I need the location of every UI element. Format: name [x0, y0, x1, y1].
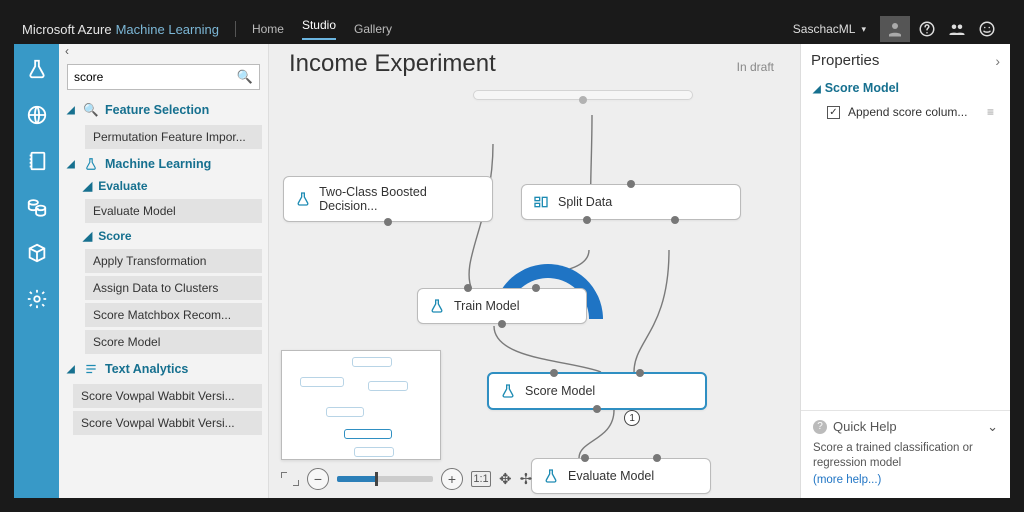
flask-icon — [428, 297, 446, 315]
rail-web-icon[interactable] — [24, 102, 50, 128]
node-score[interactable]: Score Model 1 — [487, 372, 707, 410]
item-apply-transformation[interactable]: Apply Transformation — [85, 249, 262, 273]
item-vw2[interactable]: Score Vowpal Wabbit Versi... — [73, 411, 262, 435]
module-tree: ◢🔍Feature Selection Permutation Feature … — [59, 98, 268, 448]
flask-icon — [499, 382, 517, 400]
port-icon[interactable] — [636, 369, 644, 377]
prop-label: Append score colum... — [848, 105, 967, 119]
zoom-out-button[interactable]: − — [307, 468, 329, 490]
sub-evaluate[interactable]: ◢Evaluate — [65, 176, 264, 196]
cat-text-analytics[interactable]: ◢Text Analytics — [65, 357, 264, 381]
flask-icon — [542, 467, 560, 485]
nav-studio[interactable]: Studio — [302, 18, 336, 40]
more-icon[interactable]: ≡ — [987, 105, 996, 119]
canvas-area: Income Experiment In draft — [269, 44, 800, 498]
port-icon[interactable] — [593, 405, 601, 413]
magnify-icon: 🔍 — [83, 102, 99, 118]
move-icon[interactable]: ✢ — [520, 470, 533, 488]
help-icon[interactable] — [914, 16, 940, 42]
pan-icon[interactable]: ✥ — [499, 470, 512, 488]
chevron-right-icon[interactable]: › — [995, 53, 1000, 69]
experiment-title[interactable]: Income Experiment — [289, 50, 496, 78]
item-vw1[interactable]: Score Vowpal Wabbit Versi... — [73, 384, 262, 408]
more-help-link[interactable]: (more help...) — [813, 474, 881, 486]
node-split[interactable]: Split Data — [521, 184, 741, 220]
brand-ml: Machine Learning — [116, 22, 219, 37]
palette-search-input[interactable] — [74, 70, 237, 84]
node-label: Evaluate Model — [568, 469, 654, 483]
node-badge: 1 — [624, 410, 640, 426]
zoom-actual-button[interactable]: 1:1 — [471, 471, 491, 487]
port-icon[interactable] — [384, 218, 392, 226]
properties-title: Properties — [811, 52, 879, 69]
nav-gallery[interactable]: Gallery — [354, 22, 392, 36]
module-palette: ‹ 🔍 ◢🔍Feature Selection Permutation Feat… — [59, 44, 269, 498]
user-caret-icon[interactable]: ▾ — [861, 24, 866, 35]
node-label: Score Model — [525, 384, 595, 398]
properties-panel: Properties › ◢Score Model ✓ Append score … — [800, 44, 1010, 498]
prop-section-score-model[interactable]: ◢Score Model — [801, 77, 1010, 99]
fit-screen-icon[interactable] — [281, 472, 299, 486]
node-label: Train Model — [454, 299, 520, 313]
rail-models-icon[interactable] — [24, 240, 50, 266]
zoom-in-button[interactable]: + — [441, 468, 463, 490]
zoom-slider[interactable] — [337, 476, 433, 482]
quick-help-text: Score a trained classification or regres… — [813, 441, 998, 472]
grid-icon — [532, 193, 550, 211]
search-icon[interactable]: 🔍 — [237, 69, 253, 85]
chevron-down-icon[interactable]: ⌄ — [987, 419, 998, 435]
sub-score[interactable]: ◢Score — [65, 226, 264, 246]
smile-icon[interactable] — [974, 16, 1000, 42]
item-permutation-feature[interactable]: Permutation Feature Impor... — [85, 125, 262, 149]
nav-home[interactable]: Home — [252, 22, 284, 36]
node-train[interactable]: Train Model — [417, 288, 587, 324]
rail-experiments-icon[interactable] — [24, 56, 50, 82]
profile-icon[interactable] — [880, 16, 910, 42]
rail-settings-icon[interactable] — [24, 286, 50, 312]
node-boosted[interactable]: Two-Class Boosted Decision... — [283, 176, 493, 222]
port-icon[interactable] — [498, 320, 506, 328]
rail-notebook-icon[interactable] — [24, 148, 50, 174]
people-icon[interactable] — [944, 16, 970, 42]
minimap[interactable] — [281, 350, 441, 460]
zoom-toolbar: − + 1:1 ✥ ✢ — [281, 466, 532, 492]
node-label: Two-Class Boosted Decision... — [319, 185, 480, 213]
port-icon[interactable] — [671, 216, 679, 224]
quick-help: ? Quick Help ⌄ Score a trained classificat… — [801, 410, 1010, 498]
experiment-canvas[interactable]: Two-Class Boosted Decision... Split Data… — [269, 80, 800, 498]
user-name[interactable]: SaschacML — [793, 22, 856, 36]
node-evaluate[interactable]: Evaluate Model — [531, 458, 711, 494]
port-icon[interactable] — [581, 454, 589, 462]
flask-icon — [83, 156, 99, 172]
port-icon[interactable] — [532, 284, 540, 292]
port-icon[interactable] — [464, 284, 472, 292]
experiment-status: In draft — [737, 60, 774, 74]
port-icon[interactable] — [579, 96, 587, 104]
separator — [235, 21, 236, 37]
help-badge-icon: ? — [813, 420, 827, 434]
item-score-matchbox[interactable]: Score Matchbox Recom... — [85, 303, 262, 327]
node-dataset[interactable] — [473, 90, 693, 100]
left-rail — [14, 44, 59, 498]
prop-append-score[interactable]: ✓ Append score colum... ≡ — [801, 99, 1010, 125]
cat-machine-learning[interactable]: ◢Machine Learning — [65, 152, 264, 176]
checkbox-icon[interactable]: ✓ — [827, 106, 840, 119]
item-score-model[interactable]: Score Model — [85, 330, 262, 354]
palette-collapse-icon[interactable]: ‹ — [59, 44, 268, 62]
port-icon[interactable] — [653, 454, 661, 462]
port-icon[interactable] — [627, 180, 635, 188]
brand-ms: Microsoft Azure — [22, 22, 112, 37]
palette-search[interactable]: 🔍 — [67, 64, 260, 90]
flask-icon — [294, 190, 311, 208]
text-icon — [83, 361, 99, 377]
port-icon[interactable] — [550, 369, 558, 377]
rail-datasets-icon[interactable] — [24, 194, 50, 220]
node-label: Split Data — [558, 195, 612, 209]
item-evaluate-model[interactable]: Evaluate Model — [85, 199, 262, 223]
port-icon[interactable] — [583, 216, 591, 224]
quick-help-title[interactable]: Quick Help — [833, 419, 897, 434]
cat-feature-selection[interactable]: ◢🔍Feature Selection — [65, 98, 264, 122]
top-bar: Microsoft Azure Machine Learning Home St… — [14, 14, 1010, 44]
item-assign-clusters[interactable]: Assign Data to Clusters — [85, 276, 262, 300]
